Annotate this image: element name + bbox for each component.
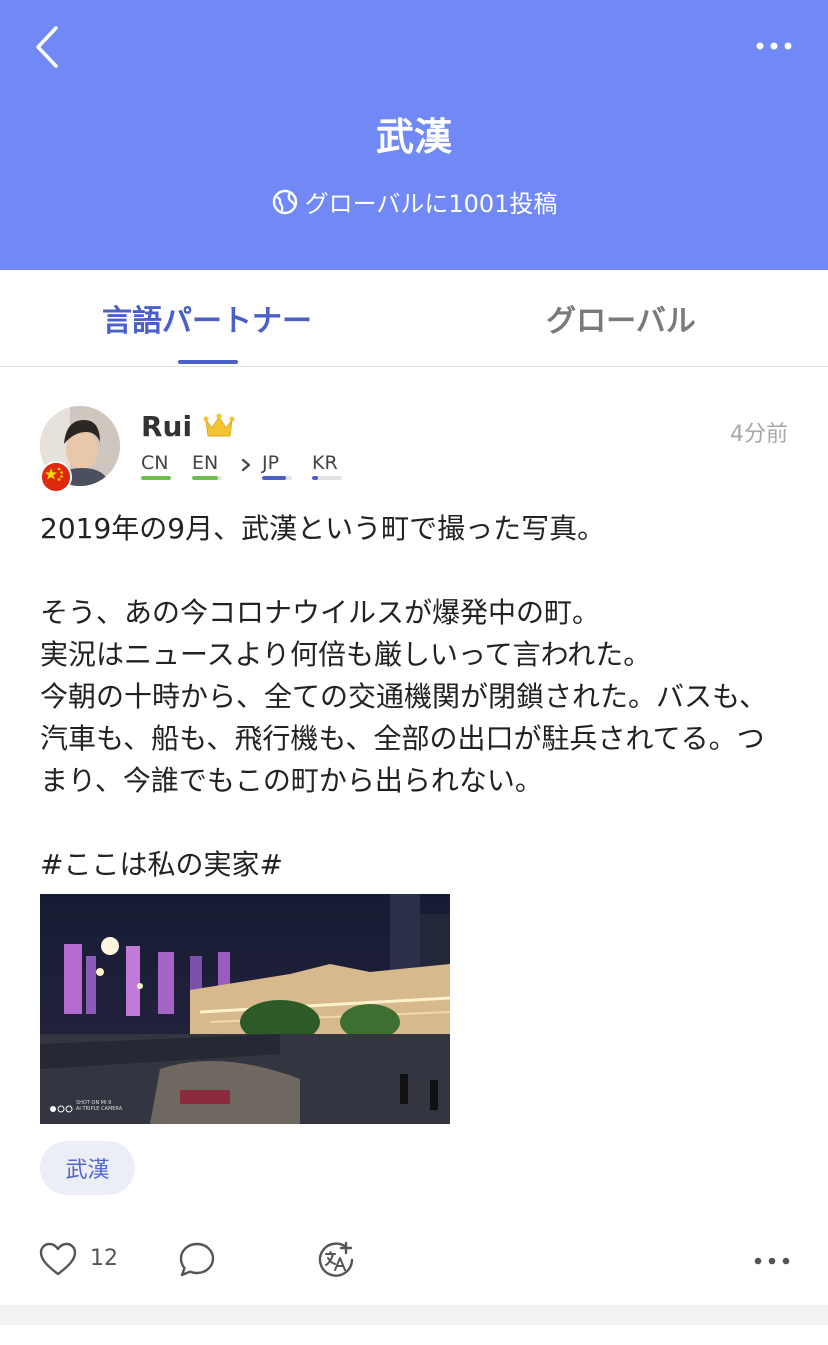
tab-active-indicator	[178, 360, 238, 364]
chevron-left-icon	[36, 26, 58, 68]
topic-title: 武漢	[375, 115, 452, 159]
crown-icon	[203, 413, 235, 437]
language-level-bar	[192, 476, 222, 480]
like-count: 12	[90, 1246, 118, 1271]
username[interactable]: Rui	[141, 410, 192, 443]
back-button[interactable]	[30, 24, 70, 70]
post-more-button[interactable]	[752, 1246, 792, 1276]
more-options-button[interactable]	[754, 34, 794, 58]
topic-post-count: グローバルに1001投稿	[0, 184, 828, 219]
china-flag-icon	[40, 461, 72, 493]
post-body-text: 2019年の9月、武漢という町で撮った写真。 そう、あの今コロナウイルスが爆発中…	[40, 512, 768, 881]
post-action-bar: 12	[0, 1230, 828, 1290]
comment-button[interactable]	[177, 1240, 217, 1280]
post-photo[interactable]: SHOT ON MI 9 AI TRIPLE CAMERA	[40, 894, 450, 1124]
night-city-photo	[40, 894, 450, 1124]
language-level-bar	[312, 476, 342, 480]
photo-watermark: SHOT ON MI 9 AI TRIPLE CAMERA	[76, 1100, 122, 1112]
chevron-right-icon	[241, 458, 251, 472]
globe-icon	[272, 189, 297, 214]
comment-icon	[179, 1242, 215, 1277]
learning-language-jp: JP	[262, 452, 294, 480]
ellipsis-icon	[754, 1257, 790, 1265]
language-code: JP	[262, 452, 280, 474]
tab-language-partner[interactable]: 言語パートナー	[0, 270, 414, 366]
language-code: CN	[141, 452, 169, 474]
tab-global[interactable]: グローバル	[414, 270, 828, 366]
language-level-bar	[141, 476, 171, 480]
native-language-en: EN	[192, 452, 224, 480]
tab-bar: 言語パートナー グローバル	[0, 270, 828, 367]
translate-icon	[318, 1241, 354, 1277]
ellipsis-icon	[756, 42, 792, 50]
post-time: 4分前	[730, 422, 788, 447]
like-button[interactable]	[38, 1240, 78, 1280]
language-code: EN	[192, 452, 219, 474]
photo-watermark-line2: AI TRIPLE CAMERA	[76, 1106, 123, 1112]
topic-subtitle: グローバルに1001投稿	[304, 190, 558, 218]
translate-button[interactable]	[316, 1240, 356, 1280]
language-code: KR	[312, 452, 338, 474]
feed-separator	[0, 1305, 828, 1325]
post-tag[interactable]: 武漢	[40, 1141, 135, 1195]
language-level-bar	[262, 476, 292, 480]
topic-header: 武漢 グローバルに1001投稿	[0, 0, 828, 270]
heart-icon	[39, 1242, 77, 1276]
learning-language-kr: KR	[312, 452, 344, 480]
native-language-cn: CN	[141, 452, 173, 480]
